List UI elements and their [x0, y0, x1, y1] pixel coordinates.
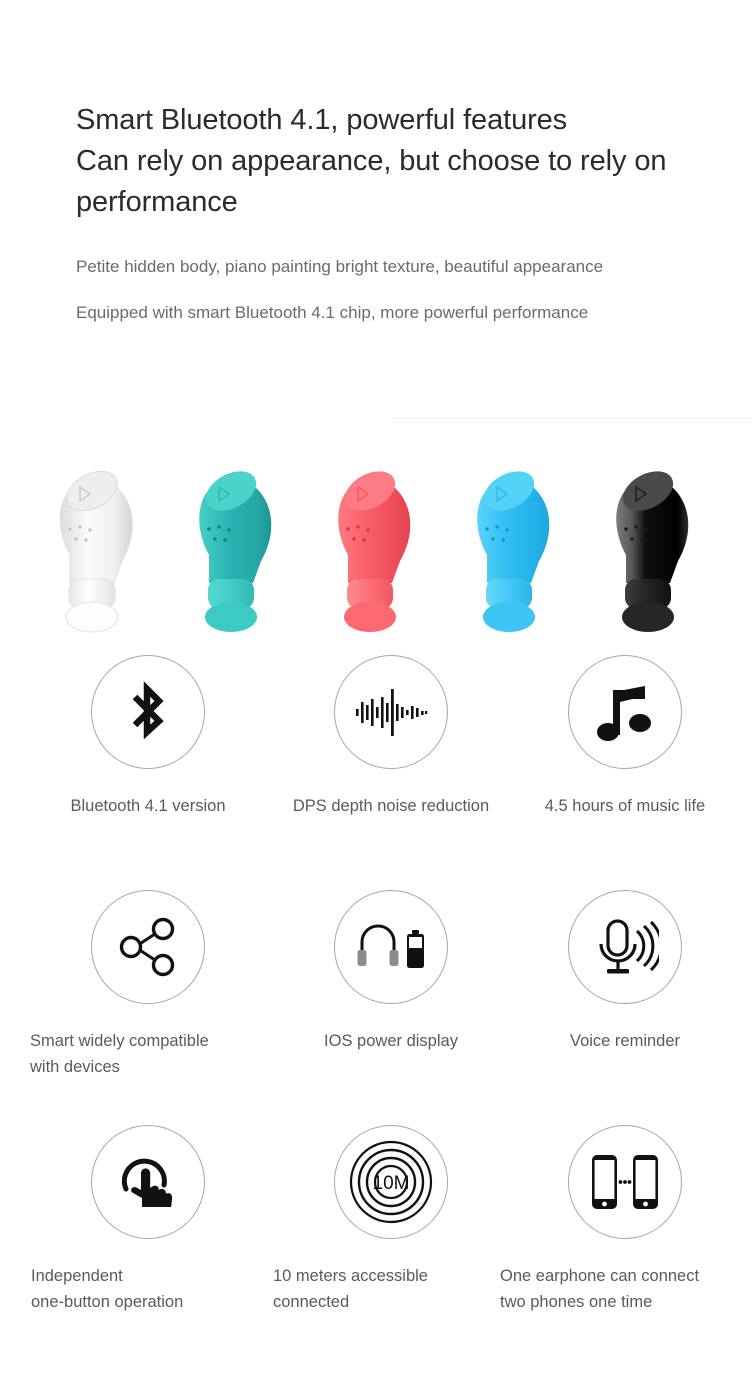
range-10m-label: 10M [373, 1173, 410, 1194]
feature-icon-circle [91, 655, 205, 769]
section-divider [392, 418, 752, 419]
feature-icon-circle: 10M [334, 1125, 448, 1239]
feature-icon-circle [568, 890, 682, 1004]
feature-noise-reduction[interactable]: DPS depth noise reduction [271, 655, 511, 820]
page-headline: Smart Bluetooth 4.1, powerful features [76, 104, 568, 136]
feature-row-2: Smart widely compatible with devices IOS… [0, 890, 752, 1125]
feature-one-button-operation[interactable]: Independent one-button operation [28, 1125, 268, 1315]
feature-label: Smart widely compatible with devices [30, 1032, 209, 1076]
feature-range-10-meters[interactable]: 10M 10 meters accessible connected [271, 1125, 511, 1315]
bluetooth-icon [121, 681, 175, 743]
feature-grid: Bluetooth 4.1 version DPS depth noise re… [0, 655, 752, 1360]
page-subheadline: Can rely on appearance, but choose to re… [76, 145, 667, 219]
share-nodes-icon [117, 916, 179, 978]
feature-row-3: Independent one-button operation 10M 10 … [0, 1125, 752, 1360]
feature-label: DPS depth noise reduction [292, 797, 490, 815]
earbud-red[interactable] [314, 465, 438, 640]
description-paragraph-2: Equipped with smart Bluetooth 4.1 chip, … [76, 303, 589, 323]
feature-label: IOS power display [324, 1032, 458, 1050]
description-paragraph-1: Petite hidden body, piano painting brigh… [76, 256, 604, 276]
headphone-battery-icon [356, 920, 426, 974]
feature-bluetooth-version[interactable]: Bluetooth 4.1 version [28, 655, 268, 820]
earbud-white[interactable] [36, 465, 160, 640]
feature-label: 10 meters accessible connected [273, 1267, 428, 1311]
range-10m-icon: 10M [348, 1139, 434, 1225]
feature-row-1: Bluetooth 4.1 version DPS depth noise re… [0, 655, 752, 890]
feature-voice-reminder[interactable]: Voice reminder [505, 890, 745, 1055]
product-color-row [0, 440, 752, 640]
earbud-teal[interactable] [175, 465, 299, 640]
feature-icon-circle [568, 655, 682, 769]
feature-label: 4.5 hours of music life [544, 797, 706, 815]
feature-icon-circle [334, 655, 448, 769]
feature-icon-circle [568, 1125, 682, 1239]
microphone-icon [591, 916, 659, 978]
feature-dual-phone-connect[interactable]: One earphone can connect two phones one … [500, 1125, 745, 1315]
feature-label: Independent one-button operation [31, 1267, 184, 1311]
earbud-black[interactable] [592, 465, 716, 640]
touch-hand-icon [117, 1151, 179, 1213]
feature-label: One earphone can connect two phones one … [500, 1267, 700, 1311]
product-detail-page: Smart Bluetooth 4.1, powerful features C… [0, 0, 752, 1400]
header-copy-block: Smart Bluetooth 4.1, powerful features C… [76, 100, 696, 326]
feature-icon-circle [334, 890, 448, 1004]
feature-icon-circle [91, 1125, 205, 1239]
feature-wide-compatibility[interactable]: Smart widely compatible with devices [28, 890, 268, 1080]
music-note-icon [596, 682, 654, 742]
feature-label: Bluetooth 4.1 version [70, 797, 226, 815]
feature-music-life[interactable]: 4.5 hours of music life [505, 655, 745, 820]
waveform-icon [354, 681, 428, 743]
two-phones-icon [589, 1151, 661, 1213]
feature-ios-power-display[interactable]: IOS power display [271, 890, 511, 1055]
feature-icon-circle [91, 890, 205, 1004]
feature-label: Voice reminder [569, 1032, 681, 1050]
earbud-blue[interactable] [453, 465, 577, 640]
